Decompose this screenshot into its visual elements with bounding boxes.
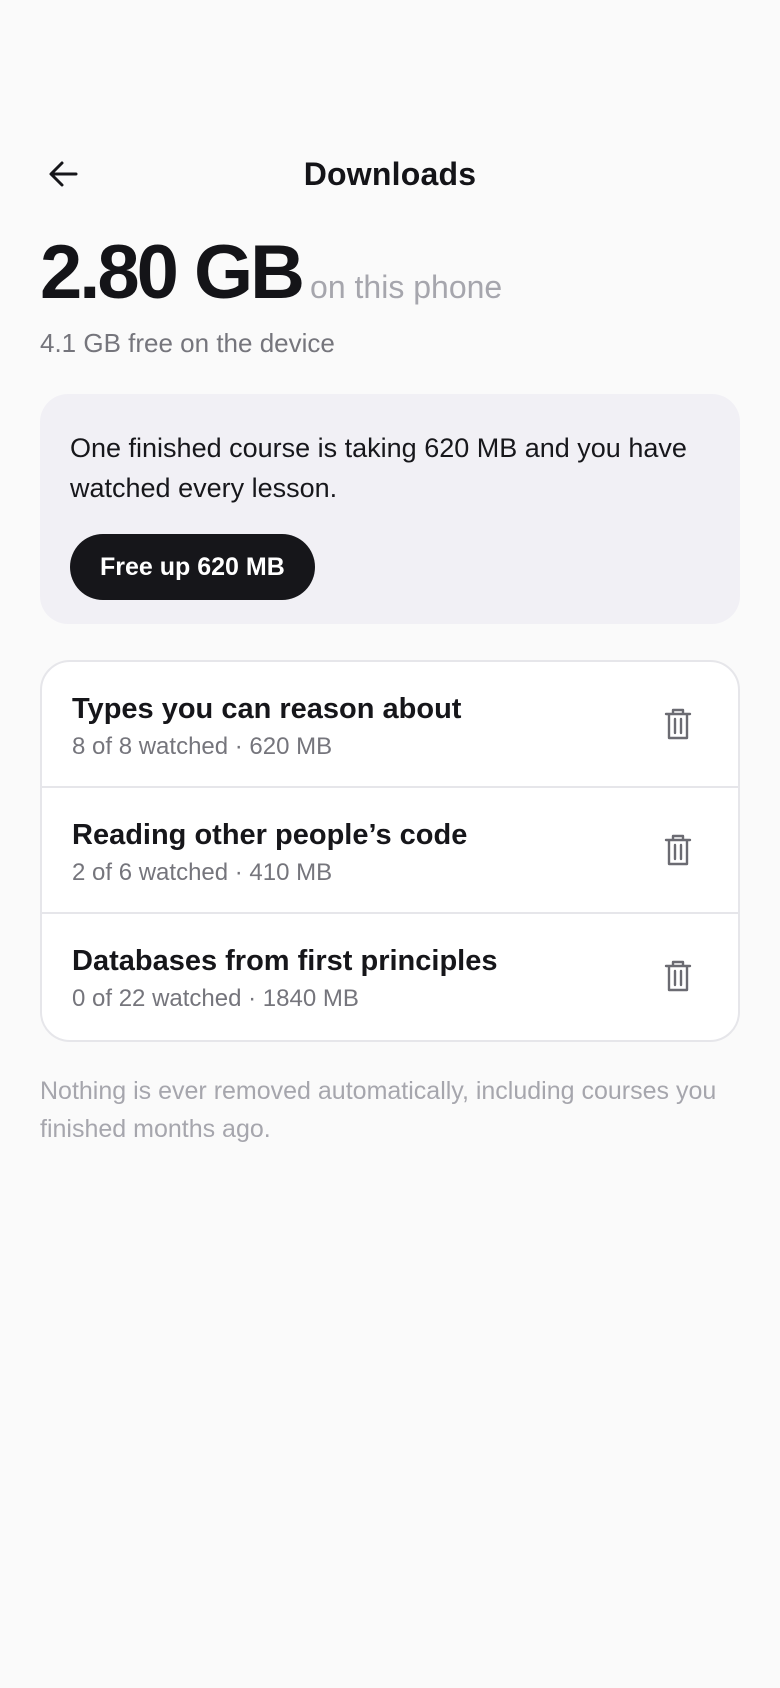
trash-icon xyxy=(664,708,692,740)
suggestion-text: One finished course is taking 620 MB and… xyxy=(70,433,687,503)
free-up-button[interactable]: Free up 620 MB xyxy=(70,534,315,600)
delete-course-button[interactable] xyxy=(654,826,702,874)
course-title: Databases from first principles xyxy=(72,945,498,977)
page-title: Downloads xyxy=(303,156,477,192)
course-meta: 0 of 22 watched · 1840 MB xyxy=(72,985,359,1012)
storage-amount: 2.80 GB xyxy=(40,230,305,315)
course-meta: 2 of 6 watched · 410 MB xyxy=(72,859,333,886)
course-row[interactable]: Reading other people’s code 2 of 6 watch… xyxy=(42,788,738,914)
course-row[interactable]: Types you can reason about 8 of 8 watche… xyxy=(42,662,738,788)
course-title: Types you can reason about xyxy=(72,693,462,725)
downloaded-courses-list: Types you can reason about 8 of 8 watche… xyxy=(40,660,740,1042)
course-title: Reading other people’s code xyxy=(72,819,468,851)
top-bar: Downloads xyxy=(0,140,780,204)
storage-summary: 2.80 GB on this phone xyxy=(40,230,502,316)
free-space-text: 4.1 GB free on the device xyxy=(40,328,335,358)
delete-course-button[interactable] xyxy=(654,700,702,748)
course-meta: 8 of 8 watched · 620 MB xyxy=(72,733,333,760)
course-row[interactable]: Databases from first principles 0 of 22 … xyxy=(42,914,738,1040)
cleanup-suggestion-card: One finished course is taking 620 MB and… xyxy=(40,394,740,624)
storage-suffix: on this phone xyxy=(310,269,503,305)
trash-icon xyxy=(664,834,692,866)
auto-removal-note: Nothing is ever removed automatically, i… xyxy=(40,1077,717,1143)
trash-icon xyxy=(664,960,692,992)
delete-course-button[interactable] xyxy=(654,952,702,1000)
